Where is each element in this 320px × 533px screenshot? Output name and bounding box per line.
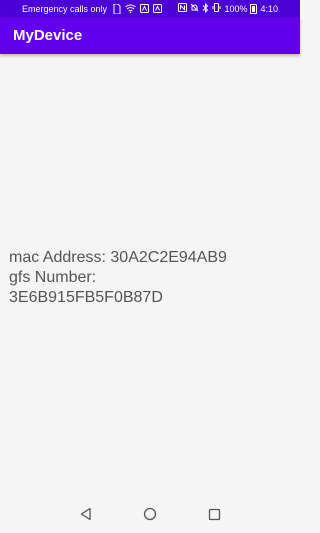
back-icon[interactable] xyxy=(77,505,95,523)
gfs-number-value: 3E6B915FB5F0B87D xyxy=(9,289,163,306)
gfs-number-label: gfs Number: xyxy=(9,269,97,286)
navigation-bar xyxy=(0,495,300,533)
notification-icon xyxy=(153,4,163,13)
home-icon[interactable] xyxy=(141,505,159,523)
nfc-icon xyxy=(178,3,188,14)
wifi-icon xyxy=(125,4,136,13)
battery-icon xyxy=(250,3,258,14)
notification-icon xyxy=(140,4,150,13)
battery-percent: 100% xyxy=(224,3,248,14)
app-title: MyDevice xyxy=(13,27,83,44)
sim-icon xyxy=(113,3,121,14)
status-time: 4:10 xyxy=(260,3,278,14)
status-bar: Emergency calls only 100% 4:10 xyxy=(0,0,300,17)
mac-address-label: mac Address: xyxy=(9,249,106,266)
vibrate-icon xyxy=(212,3,221,14)
app-bar: MyDevice xyxy=(0,17,300,54)
bluetooth-icon xyxy=(202,2,209,15)
device-info: mac Address: 30A2C2E94AB9 gfs Number: 3E… xyxy=(9,248,294,308)
carrier-text: Emergency calls only xyxy=(22,3,108,14)
status-right: 100% 4:10 xyxy=(178,2,278,15)
recents-icon[interactable] xyxy=(205,505,223,523)
mac-address-value: 30A2C2E94AB9 xyxy=(110,249,227,266)
status-icons xyxy=(113,3,163,14)
mac-address-line: mac Address: 30A2C2E94AB9 xyxy=(9,248,294,268)
silent-icon xyxy=(190,3,199,14)
